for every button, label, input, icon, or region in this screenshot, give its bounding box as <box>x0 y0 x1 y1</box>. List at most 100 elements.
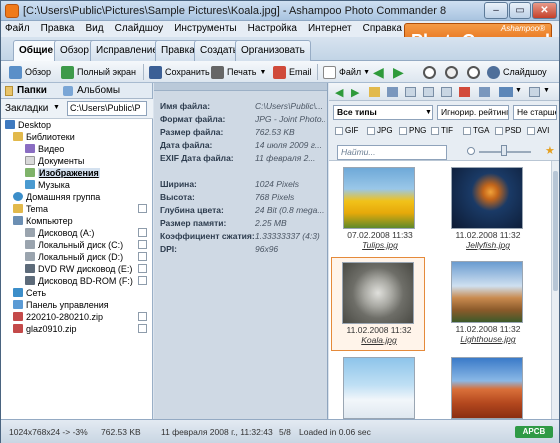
menu-settings[interactable]: Настройка <box>244 21 301 37</box>
format-gif-checkbox[interactable]: GIF <box>335 126 358 135</box>
star-icon[interactable]: ★ <box>545 144 555 157</box>
thumbnail-size-icon[interactable] <box>499 87 513 97</box>
tree-item-drive-e[interactable]: DVD RW дисковод (E:) <box>1 263 153 275</box>
tree-item-pictures[interactable]: Изображения <box>1 167 153 179</box>
tree-checkbox[interactable] <box>138 264 147 273</box>
tree-item-zip-2[interactable]: glaz0910.zip <box>1 323 153 335</box>
tree-item-desktop[interactable]: Desktop <box>1 119 153 131</box>
tab-general[interactable]: Общие <box>13 40 60 62</box>
maximize-button[interactable]: ▭ <box>509 2 531 19</box>
tree-checkbox[interactable] <box>138 252 147 261</box>
menu-slideshow[interactable]: Слайдшоу <box>111 21 168 37</box>
file-type-dropdown[interactable]: Все типы <box>333 105 433 120</box>
bookmarks-dropdown[interactable]: Закладки <box>5 103 48 114</box>
tab-organize[interactable]: Организовать <box>235 40 311 61</box>
tab-folders[interactable]: Папки <box>17 84 47 98</box>
back-button[interactable]: ◀ <box>373 64 384 80</box>
tree-item-zip-1[interactable]: 220210-280210.zip <box>1 311 153 323</box>
thumbnail-desert[interactable] <box>441 353 535 419</box>
format-png-checkbox[interactable]: PNG <box>399 126 426 135</box>
slider-thumb[interactable] <box>501 145 507 156</box>
thumbnail-tulips[interactable]: 07.02.2008 11:33 Tulips.jpg <box>333 163 427 257</box>
print-button[interactable]: Печать ▼ <box>211 64 266 80</box>
tab-correction[interactable]: Исправление <box>90 40 164 61</box>
video-icon <box>25 144 35 153</box>
file-menu-button[interactable]: Файл ▼ <box>339 64 370 80</box>
arrow-left-icon[interactable]: ◀ <box>335 86 343 99</box>
search-input[interactable]: Найти... <box>337 145 447 160</box>
menu-edit[interactable]: Правка <box>37 21 79 37</box>
list-view-icon[interactable] <box>529 87 540 97</box>
chevron-down-icon[interactable]: ▼ <box>515 87 522 94</box>
forward-button[interactable]: ▶ <box>393 64 404 80</box>
format-psd-checkbox[interactable]: PSD <box>495 126 521 135</box>
slideshow-button[interactable]: Слайдшоу <box>487 64 547 80</box>
email-button[interactable]: Email <box>273 64 312 80</box>
tree-checkbox[interactable] <box>138 312 147 321</box>
tree-item-video[interactable]: Видео <box>1 143 153 155</box>
zoom-fit-button[interactable] <box>445 64 461 80</box>
tree-checkbox[interactable] <box>138 276 147 285</box>
menu-view[interactable]: Вид <box>82 21 108 37</box>
view-icon[interactable] <box>405 87 416 97</box>
tree-item-drive-c[interactable]: Локальный диск (C:) <box>1 239 153 251</box>
info-key: Имя файла: <box>160 101 211 111</box>
zoom-out-button[interactable] <box>423 64 439 80</box>
tree-item-drive-a[interactable]: Дисковод (A:) <box>1 227 153 239</box>
thumbnail-scrollbar[interactable] <box>551 161 559 419</box>
path-dropdown[interactable]: C:\Users\Public\P <box>67 101 147 116</box>
tree-checkbox[interactable] <box>138 240 147 249</box>
tree-checkbox[interactable] <box>138 324 147 333</box>
arrow-right-icon[interactable]: ▶ <box>351 86 359 99</box>
doc-icon-button[interactable] <box>323 64 339 80</box>
tree-item-computer[interactable]: Компьютер <box>1 215 153 227</box>
tree-item-libraries[interactable]: Библиотеки <box>1 131 153 143</box>
tab-browse[interactable]: Обзор <box>54 40 95 61</box>
thumbnail-lighthouse[interactable]: 11.02.2008 11:32 Lighthouse.jpg <box>441 257 535 351</box>
save-button[interactable]: Сохранить <box>149 64 210 80</box>
format-tif-checkbox[interactable]: TIF <box>431 126 453 135</box>
slider-minus-icon[interactable] <box>467 147 475 155</box>
printer-icon <box>211 65 224 79</box>
date-filter-dropdown[interactable]: Не старше <box>513 105 557 120</box>
format-avi-checkbox[interactable]: AVI <box>527 126 549 135</box>
minimize-button[interactable]: – <box>484 2 508 19</box>
tree-item-drive-f[interactable]: Дисковод BD-ROM (F:) <box>1 275 153 287</box>
tree-item-network[interactable]: Сеть <box>1 287 153 299</box>
zoom-in-icon <box>467 65 480 79</box>
fullscreen-button[interactable]: Полный экран <box>61 64 136 80</box>
zoom-in-button[interactable] <box>467 64 483 80</box>
tree-item-documents[interactable]: Документы <box>1 155 153 167</box>
menu-help[interactable]: Справка <box>359 21 406 37</box>
thumbnail-jellyfish[interactable]: 11.02.2008 11:32 Jellyfish.jpg <box>441 163 535 257</box>
info-row-color-depth: Глубина цвета: 24 Bit (0.8 mega... <box>154 204 328 217</box>
sort-icon[interactable] <box>479 87 490 97</box>
tree-item-control-panel[interactable]: Панель управления <box>1 299 153 311</box>
folder-up-icon[interactable] <box>369 87 380 97</box>
tree-item-music[interactable]: Музыка <box>1 179 153 191</box>
delete-icon[interactable] <box>459 87 470 97</box>
move-icon[interactable] <box>441 87 452 97</box>
menu-tools[interactable]: Инструменты <box>170 21 240 37</box>
copy-icon[interactable] <box>423 87 434 97</box>
browse-button[interactable]: Обзор <box>9 64 51 80</box>
tree-checkbox[interactable] <box>138 204 147 213</box>
tab-albums[interactable]: Альбомы <box>77 84 120 98</box>
chevron-down-icon[interactable]: ▼ <box>543 87 550 94</box>
thumbnail-penguins[interactable] <box>333 353 427 419</box>
info-panel-header[interactable] <box>154 83 327 91</box>
scrollbar-thumb[interactable] <box>553 171 558 291</box>
menu-internet[interactable]: Интернет <box>304 21 356 37</box>
refresh-icon[interactable] <box>387 87 398 97</box>
format-jpg-checkbox[interactable]: JPG <box>367 126 393 135</box>
tree-item-drive-d[interactable]: Локальный диск (D:) <box>1 251 153 263</box>
format-tga-checkbox[interactable]: TGA <box>463 126 489 135</box>
tree-checkbox[interactable] <box>138 228 147 237</box>
close-button[interactable]: ✕ <box>532 2 557 19</box>
thumbnail-koala[interactable]: 11.02.2008 11:32 Koala.jpg <box>331 257 425 351</box>
tree-item-homegroup[interactable]: Домашняя группа <box>1 191 153 203</box>
rating-filter-dropdown[interactable]: Игнорир. рейтинг <box>437 105 509 120</box>
menu-file[interactable]: Файл <box>1 21 34 37</box>
zoom-out-icon <box>423 65 436 79</box>
tree-item-tema[interactable]: Tema <box>1 203 153 215</box>
